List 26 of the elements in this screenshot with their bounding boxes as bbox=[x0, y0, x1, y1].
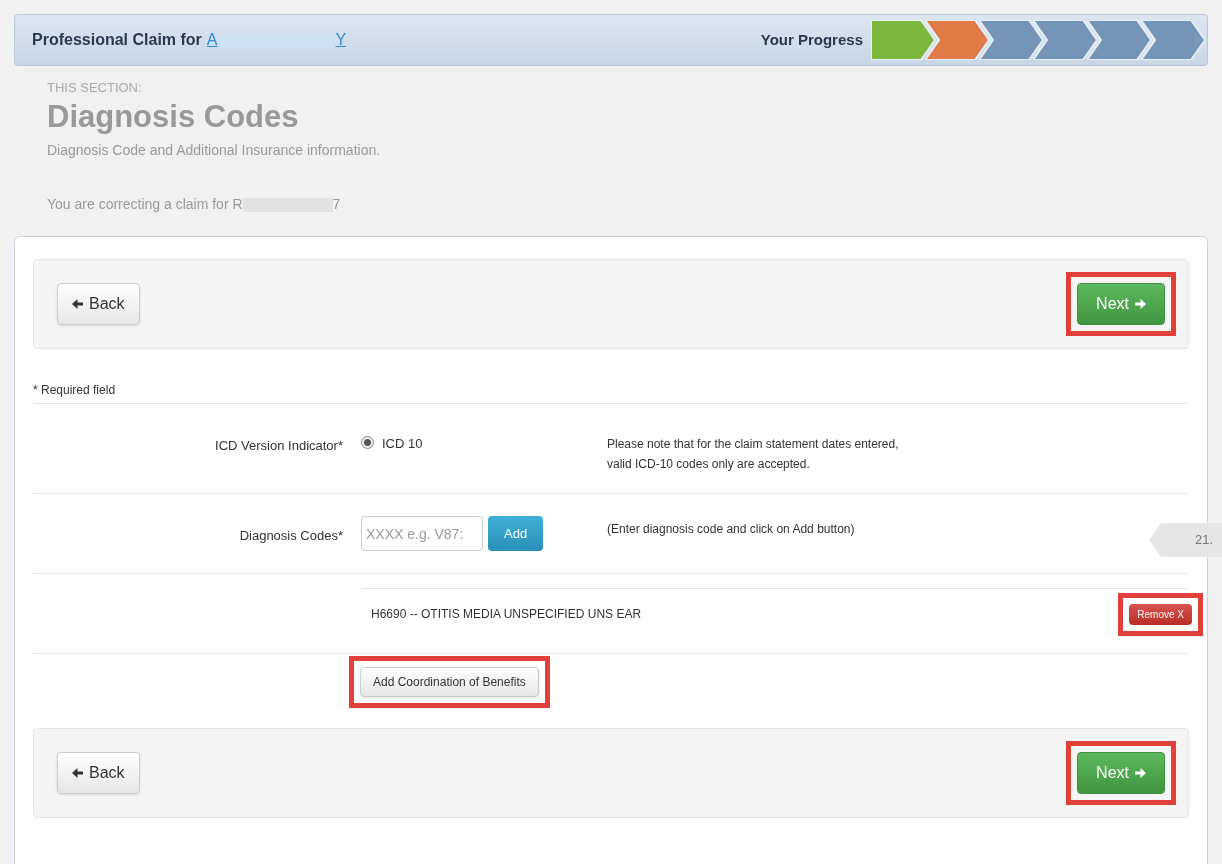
field-label: ICD Version Indicator* bbox=[214, 437, 344, 455]
claim-title: Professional Claim for bbox=[32, 30, 202, 50]
next-button[interactable]: Next bbox=[1077, 283, 1165, 325]
field-label: Diagnosis Codes* bbox=[238, 527, 344, 545]
arrow-right-icon bbox=[1135, 768, 1146, 778]
back-button[interactable]: Back bbox=[57, 752, 140, 794]
arrow-right-icon bbox=[1135, 299, 1146, 309]
icd-note: Please note that for the claim statement dates entered, valid ICD-10 codes only are accepted. bbox=[607, 436, 899, 473]
add-button[interactable]: Add bbox=[488, 516, 544, 551]
progress-label: Your Progress bbox=[760, 29, 863, 50]
diagnosis-code-input[interactable]: XXXX e.g. V87: bbox=[361, 516, 483, 551]
section-title: Diagnosis Codes bbox=[47, 97, 300, 136]
next-button[interactable]: Next bbox=[1077, 752, 1165, 794]
radio-label: ICD 10 bbox=[382, 435, 423, 453]
arrow-left-icon bbox=[72, 768, 83, 778]
required-note: * Required field bbox=[33, 349, 1189, 404]
arrow-left-icon bbox=[72, 299, 83, 309]
correcting-notice: You are correcting a claim for R 7 bbox=[47, 194, 342, 214]
diagnosis-code-entry: H6690 -- OTITIS MEDIA UNSPECIFIED UNS EAR bbox=[371, 606, 642, 623]
remove-button[interactable]: Remove X bbox=[1129, 603, 1192, 625]
add-coordination-button[interactable]: Add Coordination of Benefits bbox=[360, 667, 539, 697]
back-button[interactable]: Back bbox=[57, 283, 140, 325]
radio-button[interactable] bbox=[361, 436, 374, 449]
section-subtitle: Diagnosis Code and Additional Insurance information. bbox=[47, 140, 382, 160]
diagnosis-hint: (Enter diagnosis code and click on Add button) bbox=[607, 521, 855, 538]
section-eyebrow: THIS SECTION: bbox=[47, 79, 143, 97]
